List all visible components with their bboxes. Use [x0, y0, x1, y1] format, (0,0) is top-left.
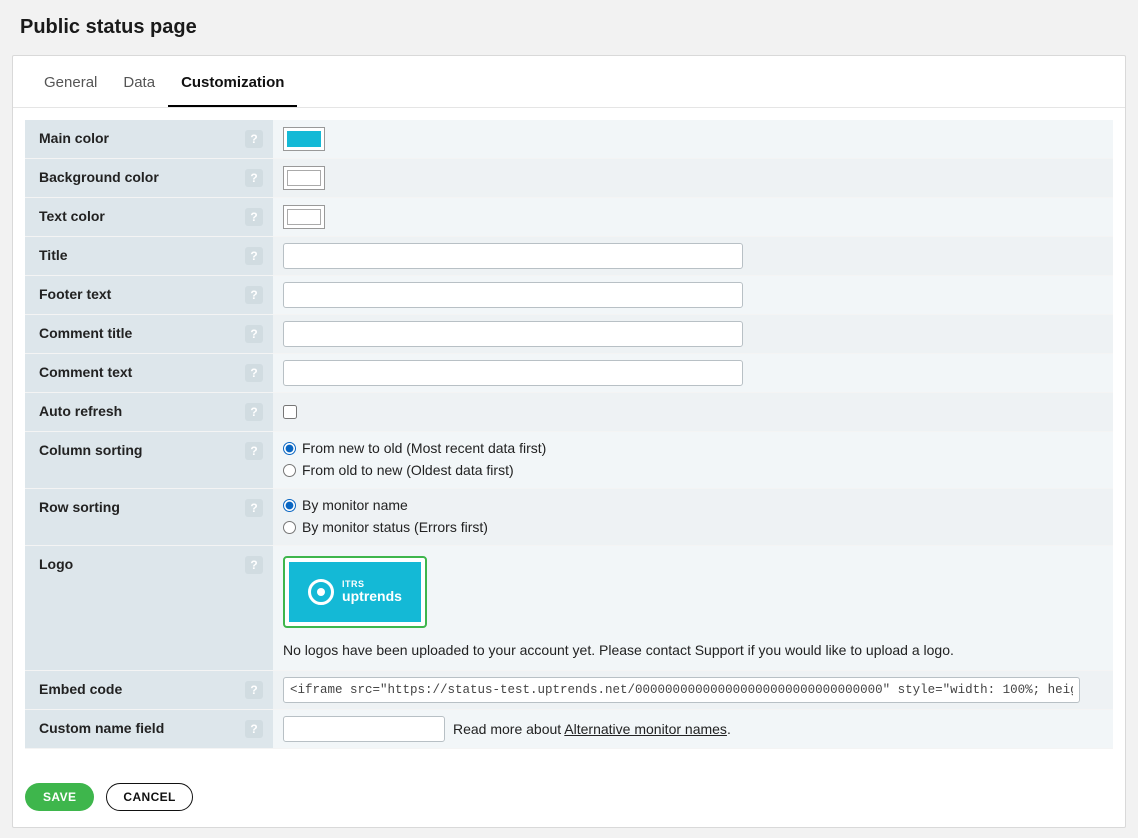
row-column-sorting: Column sorting ? From new to old (Most r… [25, 432, 1113, 489]
form-body: Main color ? Background color ? [13, 108, 1125, 769]
row-background-color: Background color ? [25, 159, 1113, 198]
alternative-names-link[interactable]: Alternative monitor names [564, 721, 727, 737]
row-title: Title ? [25, 237, 1113, 276]
label-text: Footer text [39, 286, 111, 302]
label-text-color: Text color ? [25, 198, 273, 236]
help-icon[interactable]: ? [245, 442, 263, 460]
settings-panel: General Data Customization Main color ? … [12, 55, 1126, 828]
comment-title-input[interactable] [283, 321, 743, 347]
footer-text-input[interactable] [283, 282, 743, 308]
help-icon[interactable]: ? [245, 364, 263, 382]
help-icon[interactable]: ? [245, 720, 263, 738]
help-icon[interactable]: ? [245, 556, 263, 574]
label-text: Main color [39, 130, 109, 146]
help-icon[interactable]: ? [245, 130, 263, 148]
label-embed-code: Embed code ? [25, 671, 273, 709]
actions-bar: SAVE CANCEL [13, 769, 1125, 827]
hint-suffix: . [727, 721, 731, 737]
help-icon[interactable]: ? [245, 169, 263, 187]
tab-customization[interactable]: Customization [168, 56, 297, 107]
logo-preview[interactable]: ITRS uptrends [283, 556, 427, 628]
row-embed-code: Embed code ? [25, 671, 1113, 710]
label-background-color: Background color ? [25, 159, 273, 197]
tab-general[interactable]: General [31, 56, 110, 107]
help-icon[interactable]: ? [245, 247, 263, 265]
label-text: Comment text [39, 364, 132, 380]
logo-circle-icon [308, 579, 334, 605]
hint-prefix: Read more about [453, 721, 564, 737]
column-sorting-option-old-to-new[interactable]: From old to new (Oldest data first) [283, 462, 514, 478]
row-main-color: Main color ? [25, 120, 1113, 159]
help-icon[interactable]: ? [245, 286, 263, 304]
label-text: Column sorting [39, 442, 142, 458]
background-color-picker[interactable] [283, 166, 325, 190]
logo-text: ITRS uptrends [342, 580, 402, 604]
label-text: Custom name field [39, 720, 164, 736]
radio-label: By monitor name [302, 497, 408, 513]
row-logo: Logo ? ITRS uptrends No logos have been … [25, 546, 1113, 671]
main-color-swatch [287, 131, 321, 147]
label-comment-title: Comment title ? [25, 315, 273, 353]
label-text: Background color [39, 169, 159, 185]
label-text: Auto refresh [39, 403, 122, 419]
radio-input[interactable] [283, 499, 296, 512]
help-icon[interactable]: ? [245, 403, 263, 421]
auto-refresh-checkbox[interactable] [283, 405, 297, 419]
column-sorting-option-new-to-old[interactable]: From new to old (Most recent data first) [283, 440, 546, 456]
page-title: Public status page [20, 16, 1128, 39]
logo-image: ITRS uptrends [289, 562, 421, 622]
logo-note: No logos have been uploaded to your acco… [283, 642, 954, 658]
label-row-sorting: Row sorting ? [25, 489, 273, 545]
row-auto-refresh: Auto refresh ? [25, 393, 1113, 432]
label-text: Logo [39, 556, 73, 572]
label-title: Title ? [25, 237, 273, 275]
label-text: Title [39, 247, 68, 263]
radio-label: By monitor status (Errors first) [302, 519, 488, 535]
main-color-picker[interactable] [283, 127, 325, 151]
label-custom-name: Custom name field ? [25, 710, 273, 748]
tabs: General Data Customization [13, 56, 1125, 108]
text-color-picker[interactable] [283, 205, 325, 229]
save-button[interactable]: SAVE [25, 783, 94, 811]
label-comment-text: Comment text ? [25, 354, 273, 392]
help-icon[interactable]: ? [245, 208, 263, 226]
label-footer-text: Footer text ? [25, 276, 273, 314]
row-sorting-option-by-name[interactable]: By monitor name [283, 497, 408, 513]
row-custom-name: Custom name field ? Read more about Alte… [25, 710, 1113, 749]
comment-text-input[interactable] [283, 360, 743, 386]
row-sorting-option-by-status[interactable]: By monitor status (Errors first) [283, 519, 488, 535]
radio-input[interactable] [283, 442, 296, 455]
row-footer-text: Footer text ? [25, 276, 1113, 315]
tab-data[interactable]: Data [110, 56, 168, 107]
custom-name-hint: Read more about Alternative monitor name… [453, 721, 731, 737]
radio-input[interactable] [283, 521, 296, 534]
title-input[interactable] [283, 243, 743, 269]
help-icon[interactable]: ? [245, 681, 263, 699]
row-comment-text: Comment text ? [25, 354, 1113, 393]
label-main-color: Main color ? [25, 120, 273, 158]
row-text-color: Text color ? [25, 198, 1113, 237]
text-color-swatch [287, 209, 321, 225]
row-comment-title: Comment title ? [25, 315, 1113, 354]
help-icon[interactable]: ? [245, 325, 263, 343]
help-icon[interactable]: ? [245, 499, 263, 517]
label-column-sorting: Column sorting ? [25, 432, 273, 488]
row-row-sorting: Row sorting ? By monitor name By monitor… [25, 489, 1113, 546]
label-text: Embed code [39, 681, 122, 697]
custom-name-input[interactable] [283, 716, 445, 742]
label-text: Comment title [39, 325, 132, 341]
radio-label: From old to new (Oldest data first) [302, 462, 514, 478]
label-auto-refresh: Auto refresh ? [25, 393, 273, 431]
cancel-button[interactable]: CANCEL [106, 783, 192, 811]
radio-input[interactable] [283, 464, 296, 477]
radio-label: From new to old (Most recent data first) [302, 440, 546, 456]
label-text: Text color [39, 208, 105, 224]
embed-code-input[interactable] [283, 677, 1080, 703]
label-text: Row sorting [39, 499, 120, 515]
label-logo: Logo ? [25, 546, 273, 670]
background-color-swatch [287, 170, 321, 186]
